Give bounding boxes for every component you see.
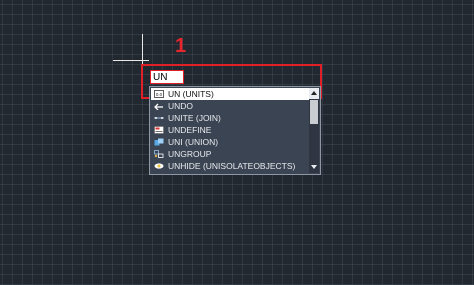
- unhide-icon: [154, 163, 164, 169]
- autocomplete-item-undefine[interactable]: UNDEFINE: [151, 124, 309, 136]
- autocomplete-item-label: UNHIDE (UNISOLATEOBJECTS): [168, 161, 296, 171]
- autocomplete-item-label: UNI (UNION): [168, 137, 219, 147]
- undefine-icon: [154, 126, 164, 134]
- crosshair-cursor-horizontal: [113, 60, 149, 61]
- list-scrollbar[interactable]: [309, 88, 319, 173]
- ungroup-icon: [154, 150, 164, 158]
- svg-text:0.0: 0.0: [156, 92, 163, 97]
- units-icon: 0.0: [154, 90, 164, 98]
- scroll-up-button[interactable]: [309, 88, 319, 99]
- union-icon: [154, 138, 164, 146]
- autocomplete-item-ungroup[interactable]: UNGROUP: [151, 148, 309, 160]
- autocomplete-item-label: UNGROUP: [168, 149, 212, 159]
- scroll-thumb[interactable]: [310, 100, 318, 124]
- chevron-down-icon: [311, 165, 317, 169]
- autocomplete-item-label: UNITE (JOIN): [168, 113, 221, 123]
- autocomplete-item-units[interactable]: 0.0 UN (UNITS): [151, 88, 309, 100]
- command-autocomplete-list: 0.0 UN (UNITS) UNDO UNITE (JOIN) UNDEFIN…: [149, 86, 321, 175]
- autocomplete-item-join[interactable]: UNITE (JOIN): [151, 112, 309, 124]
- autocomplete-item-union[interactable]: UNI (UNION): [151, 136, 309, 148]
- autocomplete-item-label: UN (UNITS): [168, 89, 214, 99]
- autocomplete-item-label: UNDEFINE: [168, 125, 212, 135]
- autocomplete-item-undo[interactable]: UNDO: [151, 100, 309, 112]
- undo-icon: [154, 103, 163, 110]
- cad-drawing-canvas[interactable]: { "annotation": { "step_number": "1" }, …: [0, 0, 474, 285]
- scroll-down-button[interactable]: [309, 162, 319, 173]
- command-input[interactable]: [150, 70, 184, 84]
- autocomplete-item-unhide[interactable]: UNHIDE (UNISOLATEOBJECTS): [151, 160, 309, 172]
- autocomplete-item-label: UNDO: [168, 101, 194, 111]
- chevron-up-icon: [311, 91, 317, 95]
- step-number-annotation: 1: [175, 35, 187, 57]
- join-icon: [154, 117, 164, 119]
